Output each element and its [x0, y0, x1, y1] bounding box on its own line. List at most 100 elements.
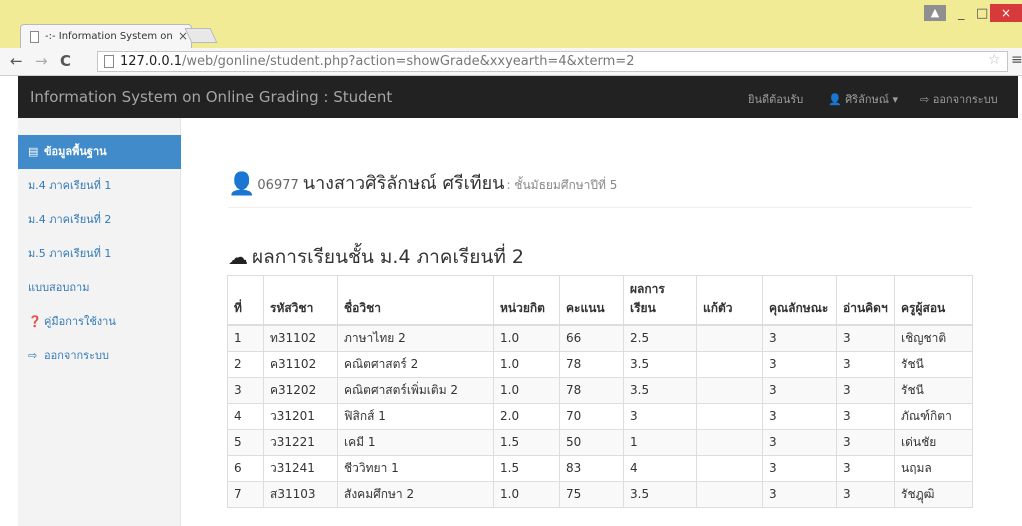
sidebar-item-label: ม.4 ภาคเรียนที่ 2	[28, 213, 112, 226]
section-title-text: ผลการเรียนชั้น ม.4 ภาคเรียนที่ 2	[252, 246, 524, 268]
user-profile-icon[interactable]: ▲	[924, 5, 946, 21]
cell-attribute: 3	[762, 376, 837, 404]
page-favicon-icon	[30, 31, 39, 43]
cell-result: 4	[623, 454, 697, 482]
header-score: คะแนน	[559, 275, 624, 326]
cell-attribute: 3	[762, 428, 837, 456]
cell-reading: 3	[836, 428, 895, 456]
cell-result: 2.5	[623, 324, 697, 352]
cell-teacher: รัชนี	[894, 350, 973, 378]
cell-teacher: เด่นชัย	[894, 428, 973, 456]
student-header: 👤 06977 นางสาวศิริลักษณ์ ศรีเทียน: ชั้นมัธ…	[228, 168, 617, 197]
cell-subject: เคมี 1	[337, 428, 494, 456]
cell-result: 3	[623, 402, 697, 430]
header-result: ผลการเรียน	[623, 275, 697, 326]
cell-attribute: 3	[762, 402, 837, 430]
url-path: /web/gonline/student.php?action=showGrad…	[182, 54, 635, 69]
cell-retake	[696, 376, 763, 404]
bookmark-star-icon[interactable]: ☆	[988, 52, 1001, 68]
cell-no: 2	[227, 350, 264, 378]
window-close-icon[interactable]: ×	[990, 4, 1022, 22]
url-host: 127.0.0.1	[120, 54, 183, 69]
cell-attribute: 3	[762, 454, 837, 482]
sidebar-item-m4-term1[interactable]: ม.4 ภาคเรียนที่ 1	[18, 169, 181, 203]
logout-icon: ⇨	[920, 93, 930, 106]
forward-icon[interactable]: →	[35, 52, 48, 70]
sidebar-item-logout[interactable]: ⇨ ออกจากระบบ	[18, 339, 181, 373]
cell-retake	[696, 350, 763, 378]
cell-score: 70	[559, 402, 624, 430]
app-brand[interactable]: Information System on Online Grading : S…	[30, 88, 392, 106]
app-navbar: Information System on Online Grading : S…	[18, 76, 1018, 118]
cell-score: 75	[559, 480, 624, 508]
cell-credits: 1.5	[493, 428, 560, 456]
back-icon[interactable]: ←	[10, 52, 23, 70]
cell-retake	[696, 480, 763, 508]
table-row: 3 ค31202 คณิตศาสตร์เพิ่มเติม 2 1.0 78 3.5 3 3 รั…	[227, 376, 973, 404]
cell-no: 1	[227, 324, 264, 352]
cell-result: 3.5	[623, 376, 697, 404]
table-row: 6 ว31241 ชีววิทยา 1 1.5 83 4 3 3 นฤมล	[227, 454, 973, 482]
cell-retake	[696, 454, 763, 482]
table-row: 7 ส31103 สังคมศึกษา 2 1.0 75 3.5 3 3 รัชฎุฒิ	[227, 480, 973, 508]
table-row: 2 ค31102 คณิตศาสตร์ 2 1.0 78 3.5 3 3 รัชนี	[227, 350, 973, 378]
cell-subject: ชีววิทยา 1	[337, 454, 494, 482]
cell-teacher: นฤมล	[894, 454, 973, 482]
cell-reading: 3	[836, 402, 895, 430]
cell-code: ว31201	[263, 402, 338, 430]
table-row: 4 ว31201 ฟิสิกส์ 1 2.0 70 3 3 3 ภัณฑ์กิตา	[227, 402, 973, 430]
cell-credits: 2.0	[493, 402, 560, 430]
cell-score: 50	[559, 428, 624, 456]
cell-result: 1	[623, 428, 697, 456]
header-no: ที่	[227, 275, 264, 326]
cell-attribute: 3	[762, 480, 837, 508]
browser-toolbar: ← → C 127.0.0.1/web/gonline/student.php?…	[0, 48, 1022, 76]
cell-credits: 1.0	[493, 324, 560, 352]
minimize-icon[interactable]: _	[958, 6, 965, 21]
sidebar: ▤ ข้อมูลพื้นฐาน ม.4 ภาคเรียนที่ 1 ม.4 ภาค…	[18, 118, 181, 526]
table-header-row: ที่ รหัสวิชา ชื่อวิชา หน่วยกิต คะแนน ผลก…	[227, 275, 973, 326]
cell-score: 78	[559, 376, 624, 404]
cell-reading: 3	[836, 324, 895, 352]
cell-result: 3.5	[623, 350, 697, 378]
section-title: ☁ ผลการเรียนชั้น ม.4 ภาคเรียนที่ 2	[228, 242, 524, 272]
cell-code: ส31103	[263, 480, 338, 508]
cell-subject: คณิตศาสตร์ 2	[337, 350, 494, 378]
user-menu[interactable]: 👤 ศิริลักษณ์ ▾	[828, 90, 898, 108]
page-icon	[104, 55, 114, 68]
cell-score: 66	[559, 324, 624, 352]
welcome-link[interactable]: ยินดีต้อนรับ	[748, 90, 803, 108]
cell-subject: สังคมศึกษา 2	[337, 480, 494, 508]
cell-attribute: 3	[762, 324, 837, 352]
user-icon: 👤	[828, 93, 842, 106]
student-name: นางสาวศิริลักษณ์ ศรีเทียน	[302, 173, 505, 194]
sidebar-item-m4-term2[interactable]: ม.4 ภาคเรียนที่ 2	[18, 203, 181, 237]
browser-menu-icon[interactable]: ≡	[1011, 52, 1022, 68]
sidebar-item-manual[interactable]: ❓ คู่มือการใช้งาน	[18, 305, 181, 339]
cell-code: ว31221	[263, 428, 338, 456]
header-code: รหัสวิชา	[263, 275, 338, 326]
cell-teacher: ภัณฑ์กิตา	[894, 402, 973, 430]
logout-link[interactable]: ⇨ ออกจากระบบ	[920, 90, 998, 108]
reload-icon[interactable]: C	[60, 52, 71, 70]
cell-retake	[696, 402, 763, 430]
sidebar-item-questionnaire[interactable]: แบบสอบถาม	[18, 271, 181, 305]
cell-reading: 3	[836, 480, 895, 508]
cell-subject: ภาษาไทย 2	[337, 324, 494, 352]
cell-score: 78	[559, 350, 624, 378]
cell-subject: คณิตศาสตร์เพิ่มเติม 2	[337, 376, 494, 404]
table-row: 1 ท31102 ภาษาไทย 2 1.0 66 2.5 3 3 เชิญชาติ	[227, 324, 973, 352]
cell-credits: 1.5	[493, 454, 560, 482]
table-row: 5 ว31221 เคมี 1 1.5 50 1 3 3 เด่นชัย	[227, 428, 973, 456]
cell-attribute: 3	[762, 350, 837, 378]
sidebar-item-basic-info[interactable]: ▤ ข้อมูลพื้นฐาน	[18, 135, 181, 169]
cell-code: ค31102	[263, 350, 338, 378]
cell-retake	[696, 324, 763, 352]
cell-reading: 3	[836, 350, 895, 378]
maximize-icon[interactable]: □	[976, 6, 988, 21]
address-bar[interactable]: 127.0.0.1/web/gonline/student.php?action…	[97, 51, 1008, 72]
sidebar-item-m5-term1[interactable]: ม.5 ภาคเรียนที่ 1	[18, 237, 181, 271]
tab-title: -:- Information System on	[45, 31, 173, 42]
header-attribute: คุณลักษณะ	[762, 275, 837, 326]
browser-tab[interactable]: -:- Information System on ×	[20, 24, 192, 48]
